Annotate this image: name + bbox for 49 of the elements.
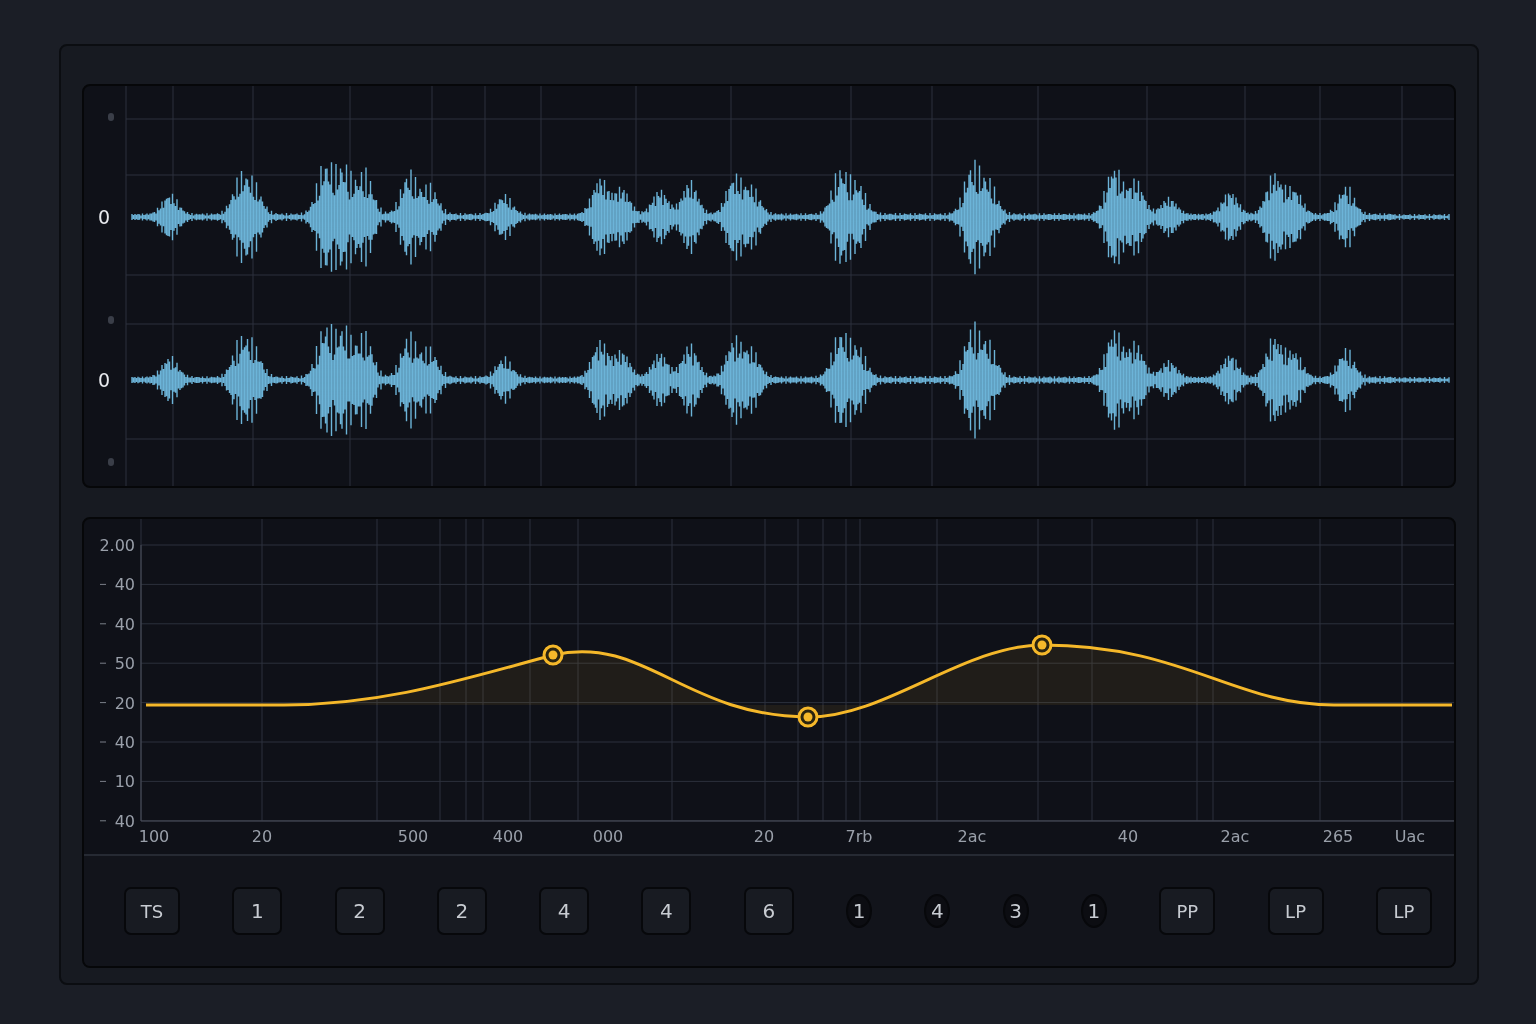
axis-label: 20	[251, 827, 273, 846]
control-button[interactable]: 3	[1002, 894, 1029, 928]
control-button[interactable]: 1	[846, 894, 873, 928]
axis-label: 40	[114, 733, 135, 752]
control-button[interactable]: 4	[641, 887, 692, 935]
tick-mark	[99, 623, 107, 625]
axis-label: 20	[114, 693, 135, 713]
axis-label: 40	[114, 614, 135, 634]
axis-label: 40	[114, 575, 135, 595]
axis-label: 265	[1322, 827, 1354, 846]
axis-label: 2.00	[99, 536, 135, 555]
curve-handle[interactable]	[542, 644, 564, 666]
control-button[interactable]: 6	[743, 887, 794, 935]
axis-label: 10	[114, 772, 135, 792]
control-button[interactable]: 4	[539, 887, 590, 935]
control-button[interactable]: 2	[436, 887, 487, 935]
axis-label: 500	[397, 827, 429, 846]
tick-mark	[99, 702, 107, 704]
marker-icon	[108, 316, 114, 324]
control-button[interactable]: 4	[924, 894, 951, 928]
axis-label: 2ac	[957, 827, 987, 846]
control-button[interactable]: TS	[124, 887, 180, 935]
curve-handle[interactable]	[1031, 634, 1053, 656]
tick-mark	[99, 662, 107, 664]
axis-label: 000	[592, 827, 624, 846]
control-button[interactable]: LP	[1267, 887, 1324, 935]
axis-label: 400	[492, 827, 524, 846]
axis-label: 7rb	[845, 827, 873, 846]
tick-mark	[99, 741, 107, 743]
axis-label: 20	[753, 827, 775, 846]
control-button[interactable]: PP	[1159, 887, 1216, 935]
marker-icon	[108, 113, 114, 121]
axis-label: 40	[1117, 827, 1139, 846]
marker-icon	[108, 458, 114, 466]
control-button[interactable]: 1	[1080, 894, 1107, 928]
channel-label: 0	[97, 206, 111, 228]
tick-mark	[99, 583, 107, 585]
control-button[interactable]: 1	[232, 887, 283, 935]
axis-label: Uac	[1394, 827, 1426, 846]
curve-handle[interactable]	[797, 706, 819, 728]
axis-label: 40	[114, 811, 135, 831]
axis-label: 50	[114, 654, 135, 674]
axis-label: 100	[138, 827, 170, 846]
channel-label: 0	[97, 369, 111, 391]
axis-label: 2ac	[1220, 827, 1250, 846]
tick-mark	[99, 820, 107, 822]
control-button[interactable]: 2	[334, 887, 385, 935]
control-button[interactable]: LP	[1375, 887, 1432, 935]
tick-mark	[99, 780, 107, 782]
